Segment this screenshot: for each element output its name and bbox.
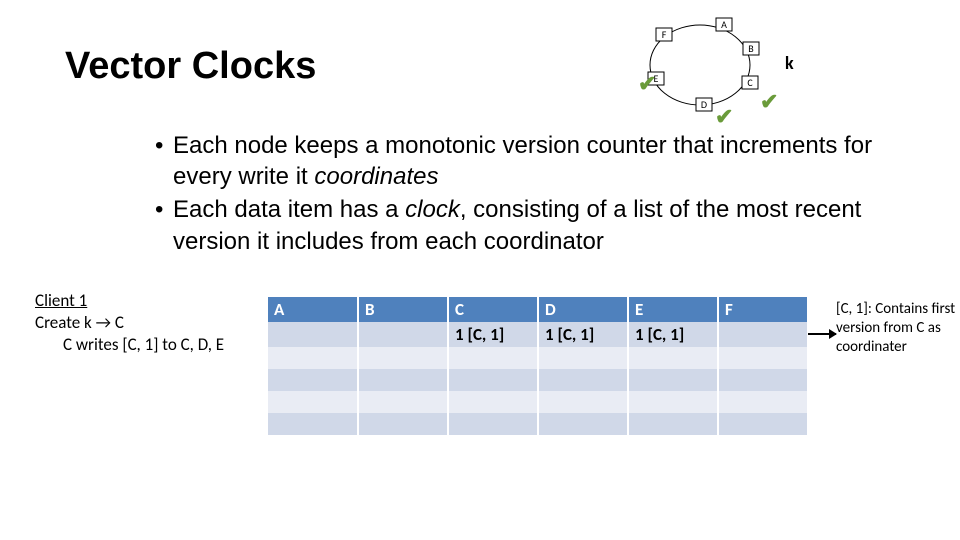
cell — [268, 413, 358, 435]
bullet-2-em: clock — [405, 196, 460, 223]
cell — [358, 322, 448, 347]
cell — [718, 413, 808, 435]
cell — [448, 347, 538, 369]
annotation-text: [C, 1]: Contains first version from C as… — [836, 300, 956, 356]
bullet-1-pre: Each node keeps a monotonic version coun… — [173, 132, 872, 190]
bullet-2-pre: Each data item has a — [173, 196, 405, 223]
ring-svg: A B C D E F — [620, 10, 780, 120]
table-row: 1 [C, 1] 1 [C, 1] 1 [C, 1] — [268, 322, 808, 347]
cell — [718, 391, 808, 413]
slide: Vector Clocks A B C D E F k ✔ ✔ ✔ • Each… — [0, 0, 960, 540]
arrow-right-icon: → — [96, 312, 111, 333]
col-b: B — [358, 297, 448, 322]
cell — [268, 347, 358, 369]
bullet-list: • Each node keeps a monotonic version co… — [155, 130, 920, 259]
clock-table: A B C D E F 1 [C, 1] 1 [C, 1] 1 [C, 1] — [268, 297, 809, 435]
cell — [268, 322, 358, 347]
node-b: B — [748, 42, 754, 55]
cell — [358, 413, 448, 435]
table-row — [268, 347, 808, 369]
op-line-2: C writes [C, 1] to C, D, E — [35, 334, 260, 356]
node-a: A — [721, 18, 727, 31]
bullet-1-text: Each node keeps a monotonic version coun… — [173, 130, 920, 192]
bullet-2: • Each data item has a clock, consisting… — [155, 194, 920, 256]
cell — [538, 369, 628, 391]
op1-b: C — [111, 312, 124, 333]
bullet-dot-icon: • — [155, 194, 173, 256]
node-d: D — [701, 98, 707, 111]
cell — [358, 391, 448, 413]
cell — [538, 347, 628, 369]
cell — [718, 347, 808, 369]
cell — [448, 369, 538, 391]
bullet-dot-icon: • — [155, 130, 173, 192]
cell: 1 [C, 1] — [628, 322, 718, 347]
bullet-1: • Each node keeps a monotonic version co… — [155, 130, 920, 192]
operation-log: Client 1 Create k → C C writes [C, 1] to… — [35, 290, 260, 356]
col-d: D — [538, 297, 628, 322]
bullet-1-em: coordinates — [314, 163, 438, 190]
cell — [448, 413, 538, 435]
cell — [628, 413, 718, 435]
cell — [358, 369, 448, 391]
col-c: C — [448, 297, 538, 322]
op-line-1: Create k → C — [35, 312, 260, 334]
arrow-right-icon — [808, 333, 836, 335]
cell — [718, 369, 808, 391]
checkmark-icon: ✔ — [715, 103, 733, 130]
table-row — [268, 369, 808, 391]
col-a: A — [268, 297, 358, 322]
cell — [718, 322, 808, 347]
node-c: C — [747, 76, 753, 89]
k-label: k — [785, 52, 794, 74]
col-e: E — [628, 297, 718, 322]
cell — [538, 413, 628, 435]
cell — [268, 391, 358, 413]
cell — [628, 347, 718, 369]
cell: 1 [C, 1] — [538, 322, 628, 347]
cell: 1 [C, 1] — [448, 322, 538, 347]
table-row — [268, 391, 808, 413]
cell — [628, 369, 718, 391]
cell — [448, 391, 538, 413]
checkmark-icon: ✔ — [638, 70, 656, 97]
table-row — [268, 413, 808, 435]
client-label: Client 1 — [35, 290, 260, 312]
op1-a: Create k — [35, 312, 96, 333]
col-f: F — [718, 297, 808, 322]
checkmark-icon: ✔ — [760, 88, 778, 115]
table-header-row: A B C D E F — [268, 297, 808, 322]
bullet-2-text: Each data item has a clock, consisting o… — [173, 194, 920, 256]
cell — [538, 391, 628, 413]
cell — [268, 369, 358, 391]
cell — [628, 391, 718, 413]
page-title: Vector Clocks — [65, 45, 316, 88]
node-f: F — [662, 28, 667, 41]
cell — [358, 347, 448, 369]
ring-diagram: A B C D E F k ✔ ✔ ✔ — [620, 10, 780, 120]
